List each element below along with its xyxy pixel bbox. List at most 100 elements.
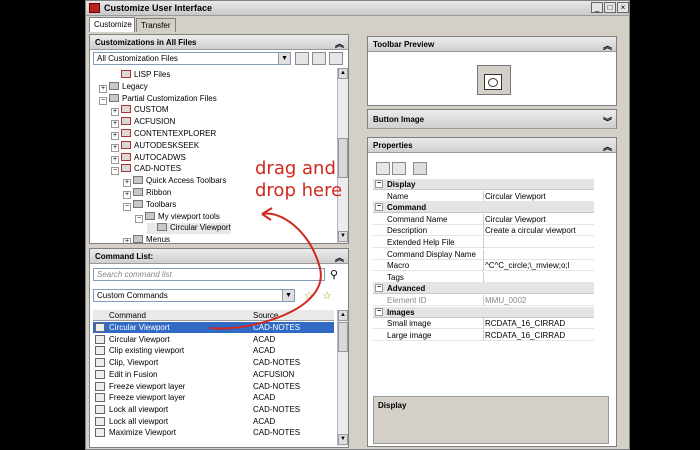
- command-row[interactable]: Clip existing viewport ACAD: [93, 345, 334, 356]
- property-value[interactable]: MMU_0002: [485, 296, 593, 305]
- property-value[interactable]: Circular Viewport: [485, 215, 593, 224]
- property-row[interactable]: Element ID MMU_0002: [373, 295, 594, 306]
- collapse-icon[interactable]: −: [375, 284, 383, 293]
- tree-item[interactable]: + CONTENTEXPLORER: [111, 129, 216, 140]
- property-row[interactable]: Command Display Name: [373, 248, 594, 260]
- tree-item[interactable]: + AUTOCADWS: [111, 152, 186, 164]
- property-category[interactable]: − Command: [373, 202, 594, 214]
- expand-chevron-icon[interactable]: ︾: [603, 115, 612, 128]
- expand-icon[interactable]: +: [123, 191, 131, 199]
- expand-icon[interactable]: +: [111, 143, 119, 152]
- expand-icon[interactable]: +: [99, 84, 107, 93]
- property-row[interactable]: Large image RCDATA_16_CIRRAD: [373, 329, 594, 341]
- toolbar-preview-header[interactable]: Toolbar Preview ︽: [368, 37, 616, 52]
- collapse-icon[interactable]: −: [375, 307, 383, 316]
- command-row[interactable]: Circular Viewport ACAD: [93, 334, 334, 345]
- command-row[interactable]: Clip, Viewport CAD-NOTES: [93, 357, 334, 368]
- command-row[interactable]: Edit in Fusion ACFUSION: [93, 369, 334, 380]
- tree-item[interactable]: + ACFUSION: [111, 117, 175, 129]
- expand-icon[interactable]: +: [111, 132, 119, 140]
- tree-item[interactable]: + Ribbon: [123, 188, 171, 199]
- tree-scrollbar[interactable]: ▲ ▼: [337, 68, 348, 243]
- scroll-down-icon[interactable]: ▼: [338, 231, 348, 242]
- column-command[interactable]: Command: [109, 311, 146, 320]
- new-command-icon[interactable]: ☆: [304, 289, 314, 302]
- property-category[interactable]: − Display: [373, 179, 594, 190]
- property-pages-icon[interactable]: [413, 162, 427, 175]
- scroll-thumb[interactable]: [338, 322, 348, 352]
- expand-icon[interactable]: +: [111, 155, 119, 164]
- command-list-header[interactable]: Command List: ︽: [90, 249, 348, 264]
- tree-item[interactable]: + Legacy: [99, 81, 148, 93]
- tree-item[interactable]: + Menus: [123, 235, 170, 243]
- save-as-icon[interactable]: [329, 52, 343, 65]
- property-row[interactable]: Tags: [373, 271, 594, 283]
- chevron-down-icon[interactable]: ▼: [278, 53, 290, 64]
- collapse-chevron-icon[interactable]: ︽: [603, 39, 612, 52]
- tree-item[interactable]: − My viewport tools: [135, 211, 220, 223]
- command-row[interactable]: Maximize Viewport CAD-NOTES: [93, 427, 334, 438]
- collapse-chevron-icon[interactable]: ︽: [335, 251, 344, 264]
- expand-icon[interactable]: +: [123, 238, 131, 243]
- property-value[interactable]: RCDATA_16_CIRRAD: [485, 319, 593, 328]
- command-filter-combo[interactable]: Custom Commands ▼: [93, 289, 295, 302]
- chevron-down-icon[interactable]: ▼: [282, 290, 294, 301]
- search-icon[interactable]: ⚲: [330, 268, 338, 281]
- property-category[interactable]: − Advanced: [373, 283, 594, 295]
- alphabetical-icon[interactable]: [392, 162, 406, 175]
- command-row[interactable]: Freeze viewport layer ACAD: [93, 392, 334, 403]
- command-search-input[interactable]: Search command list: [93, 268, 325, 281]
- expand-icon[interactable]: +: [111, 108, 119, 117]
- scroll-up-icon[interactable]: ▲: [338, 68, 348, 79]
- button-image-header[interactable]: Button Image ︾: [368, 110, 616, 129]
- expand-icon[interactable]: +: [111, 120, 119, 129]
- property-value[interactable]: ^C^C_circle;\_mview;o;l: [485, 261, 593, 270]
- property-value[interactable]: RCDATA_16_CIRRAD: [485, 331, 593, 340]
- property-row[interactable]: Macro ^C^C_circle;\_mview;o;l: [373, 260, 594, 272]
- tree-item[interactable]: Circular Viewport: [147, 223, 231, 235]
- tree-item[interactable]: − CAD-NOTES: [111, 164, 181, 176]
- star-filter-icon[interactable]: ☆: [322, 289, 332, 302]
- tree-item[interactable]: − Partial Customization Files: [99, 93, 217, 105]
- save-icon[interactable]: [312, 52, 326, 65]
- maximize-button[interactable]: □: [604, 2, 616, 13]
- collapse-chevron-icon[interactable]: ︽: [335, 37, 344, 50]
- collapse-icon[interactable]: −: [123, 202, 131, 211]
- collapse-icon[interactable]: −: [135, 214, 143, 223]
- collapse-icon[interactable]: −: [99, 96, 107, 105]
- scroll-down-icon[interactable]: ▼: [338, 434, 348, 445]
- tree-item[interactable]: LISP Files: [111, 70, 170, 81]
- expand-icon[interactable]: +: [123, 179, 131, 188]
- collapse-chevron-icon[interactable]: ︽: [603, 140, 612, 153]
- command-row[interactable]: Circular Viewport CAD-NOTES: [93, 322, 334, 333]
- property-row[interactable]: Extended Help File: [373, 237, 594, 248]
- tree-item[interactable]: + Quick Access Toolbars: [123, 176, 226, 188]
- collapse-icon[interactable]: −: [375, 203, 383, 212]
- property-value[interactable]: Circular Viewport: [485, 192, 593, 201]
- open-file-icon[interactable]: [295, 52, 309, 65]
- command-row[interactable]: Lock all viewport CAD-NOTES: [93, 404, 334, 415]
- customizations-header[interactable]: Customizations in All Files ︽: [90, 35, 348, 50]
- tree-item[interactable]: + CUSTOM: [111, 105, 169, 117]
- command-row[interactable]: Lock all viewport ACAD: [93, 416, 334, 427]
- property-category[interactable]: − Images: [373, 306, 594, 318]
- collapse-icon[interactable]: −: [111, 167, 119, 176]
- property-value[interactable]: Create a circular viewport: [485, 226, 593, 235]
- command-row[interactable]: Freeze viewport layer CAD-NOTES: [93, 381, 334, 392]
- tab-transfer[interactable]: Transfer: [136, 18, 176, 32]
- close-button[interactable]: ×: [617, 2, 629, 13]
- property-row[interactable]: Small image RCDATA_16_CIRRAD: [373, 318, 594, 330]
- tree-item[interactable]: + AUTODESKSEEK: [111, 140, 199, 152]
- property-row[interactable]: Name Circular Viewport: [373, 190, 594, 202]
- categorized-icon[interactable]: [376, 162, 390, 175]
- circular-viewport-icon[interactable]: [484, 74, 502, 90]
- tab-customize[interactable]: Customize: [89, 17, 135, 32]
- property-row[interactable]: Description Create a circular viewport: [373, 225, 594, 237]
- minimize-button[interactable]: _: [591, 2, 603, 13]
- properties-header[interactable]: Properties ︽: [368, 138, 616, 153]
- collapse-icon[interactable]: −: [375, 180, 383, 188]
- command-list-scrollbar[interactable]: ▲ ▼: [337, 310, 348, 446]
- scroll-up-icon[interactable]: ▲: [338, 310, 348, 321]
- tree-item[interactable]: − Toolbars: [123, 199, 176, 211]
- property-row[interactable]: Command Name Circular Viewport: [373, 213, 594, 225]
